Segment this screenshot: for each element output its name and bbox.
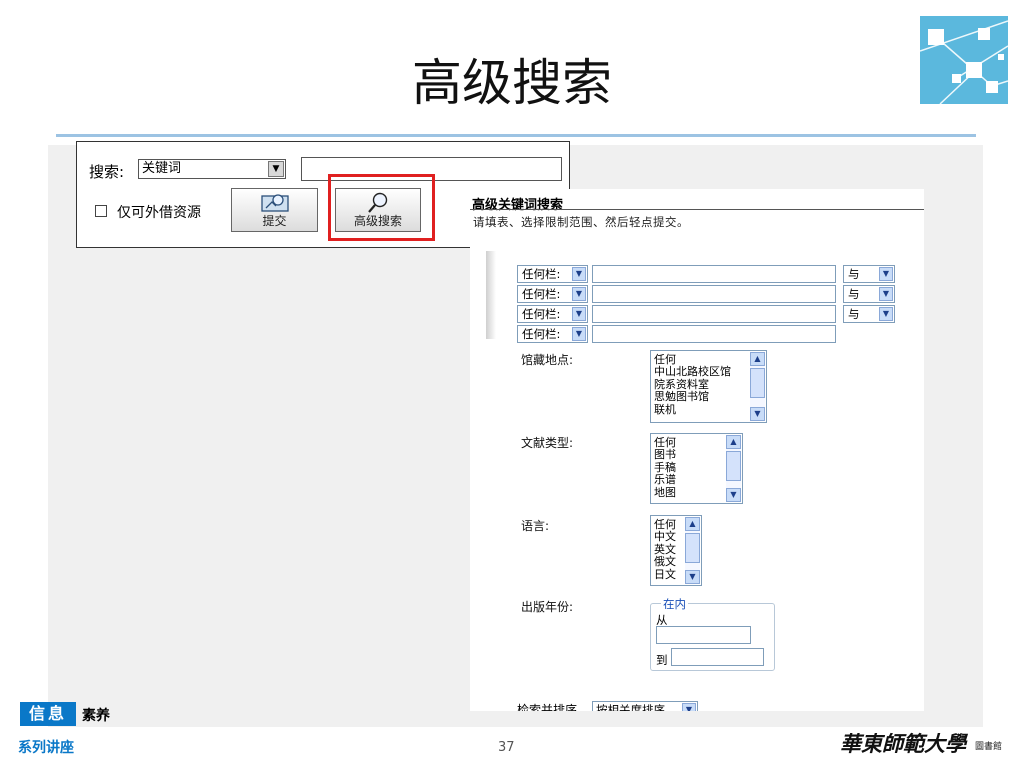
language-listbox[interactable]: 任何 中文 英文 俄文 日文 ▲ ▼ xyxy=(650,515,702,586)
highlight-frame xyxy=(328,174,435,241)
scrollbar-thumb[interactable] xyxy=(750,368,765,398)
term-input[interactable] xyxy=(592,265,836,283)
bool-select-value: 与 xyxy=(848,307,860,321)
loanable-label: 仅可外借资源 xyxy=(117,205,201,221)
submit-button[interactable]: 提交 xyxy=(231,188,318,232)
bool-select-value: 与 xyxy=(848,267,860,281)
title-divider xyxy=(56,134,976,137)
chevron-down-icon[interactable]: ▼ xyxy=(879,287,893,301)
chevron-down-icon[interactable]: ▼ xyxy=(682,703,696,711)
field-select[interactable]: 任何栏: ▼ xyxy=(517,305,588,323)
bool-select[interactable]: 与 ▼ xyxy=(843,265,895,283)
search-field-select[interactable]: 关键词 ▼ xyxy=(138,159,286,179)
language-label: 语言: xyxy=(521,519,550,533)
bool-select[interactable]: 与 ▼ xyxy=(843,305,895,323)
search-label: 搜索: xyxy=(89,163,125,181)
listbox-scrollbar[interactable]: ▲ ▼ xyxy=(750,352,765,421)
field-select[interactable]: 任何栏: ▼ xyxy=(517,265,588,283)
year-label: 出版年份: xyxy=(521,600,574,614)
field-select-value: 任何栏: xyxy=(522,267,561,281)
library-label: 圖書館 xyxy=(975,742,1003,752)
field-select-value: 任何栏: xyxy=(522,327,561,341)
series-label: 系列讲座 xyxy=(18,740,74,756)
chevron-down-icon[interactable]: ▼ xyxy=(572,307,586,321)
chevron-down-icon[interactable]: ▼ xyxy=(879,307,893,321)
search-field-value: 关键词 xyxy=(142,161,182,176)
chevron-down-icon[interactable]: ▼ xyxy=(879,267,893,281)
listbox-scrollbar[interactable]: ▲ ▼ xyxy=(685,517,700,584)
sort-label: 检索并排序 xyxy=(517,703,578,711)
bool-select[interactable]: 与 ▼ xyxy=(843,285,895,303)
year-legend: 在内 xyxy=(661,596,688,612)
sort-select-value: 按相关度排序 xyxy=(596,703,665,711)
chevron-up-icon[interactable]: ▲ xyxy=(750,352,765,366)
badge-suffix: 素养 xyxy=(82,708,110,724)
chevron-up-icon[interactable]: ▲ xyxy=(726,435,741,449)
sort-select[interactable]: 按相关度排序 ▼ xyxy=(592,701,698,711)
chevron-down-icon[interactable]: ▼ xyxy=(572,267,586,281)
advanced-instruction: 请填表、选择限制范围、然后轻点提交。 xyxy=(473,215,689,229)
advanced-title-rule xyxy=(470,209,924,210)
chevron-down-icon[interactable]: ▼ xyxy=(685,570,700,584)
network-logo-icon xyxy=(919,16,1009,105)
bool-select-value: 与 xyxy=(848,287,860,301)
chevron-down-icon[interactable]: ▼ xyxy=(268,161,284,177)
year-range-group: 在内 从 到 xyxy=(650,596,775,671)
submit-label: 提交 xyxy=(262,214,287,228)
year-to-input[interactable] xyxy=(671,648,764,666)
term-input[interactable] xyxy=(592,285,836,303)
listbox-scrollbar[interactable]: ▲ ▼ xyxy=(726,435,741,502)
location-listbox[interactable]: 任何 中山北路校区馆 院系资料室 思勉图书馆 联机 ▲ ▼ xyxy=(650,350,767,423)
chevron-down-icon[interactable]: ▼ xyxy=(726,488,741,502)
field-select-value: 任何栏: xyxy=(522,287,561,301)
advanced-title: 高级关键词搜索 xyxy=(472,198,564,213)
field-select-value: 任何栏: xyxy=(522,307,561,321)
chevron-up-icon[interactable]: ▲ xyxy=(685,517,700,531)
info-badge: 信息 xyxy=(20,702,76,726)
scrollbar-thumb[interactable] xyxy=(726,451,741,481)
scrollbar-thumb[interactable] xyxy=(685,533,700,563)
advanced-search-panel: 高级关键词搜索 请填表、选择限制范围、然后轻点提交。 任何栏: ▼ 与 ▼ 任何栏:… xyxy=(470,189,924,711)
chevron-down-icon[interactable]: ▼ xyxy=(750,407,765,421)
term-input[interactable] xyxy=(592,325,836,343)
location-label: 馆藏地点: xyxy=(521,353,574,367)
year-from-input[interactable] xyxy=(656,626,751,644)
university-logo: 華東師範大學 xyxy=(840,731,966,756)
slide-title: 高级搜索 xyxy=(412,54,612,112)
term-input[interactable] xyxy=(592,305,836,323)
field-select[interactable]: 任何栏: ▼ xyxy=(517,285,588,303)
page-number: 37 xyxy=(498,740,515,755)
chevron-down-icon[interactable]: ▼ xyxy=(572,327,586,341)
doctype-listbox[interactable]: 任何 图书 手稿 乐谱 地图 ▲ ▼ xyxy=(650,433,743,504)
year-to-label: 到 xyxy=(656,653,668,667)
chevron-down-icon[interactable]: ▼ xyxy=(572,287,586,301)
doctype-label: 文献类型: xyxy=(521,436,574,450)
form-shadow xyxy=(486,251,496,339)
submit-icon xyxy=(260,194,289,212)
field-select[interactable]: 任何栏: ▼ xyxy=(517,325,588,343)
loanable-checkbox[interactable] xyxy=(95,205,107,217)
